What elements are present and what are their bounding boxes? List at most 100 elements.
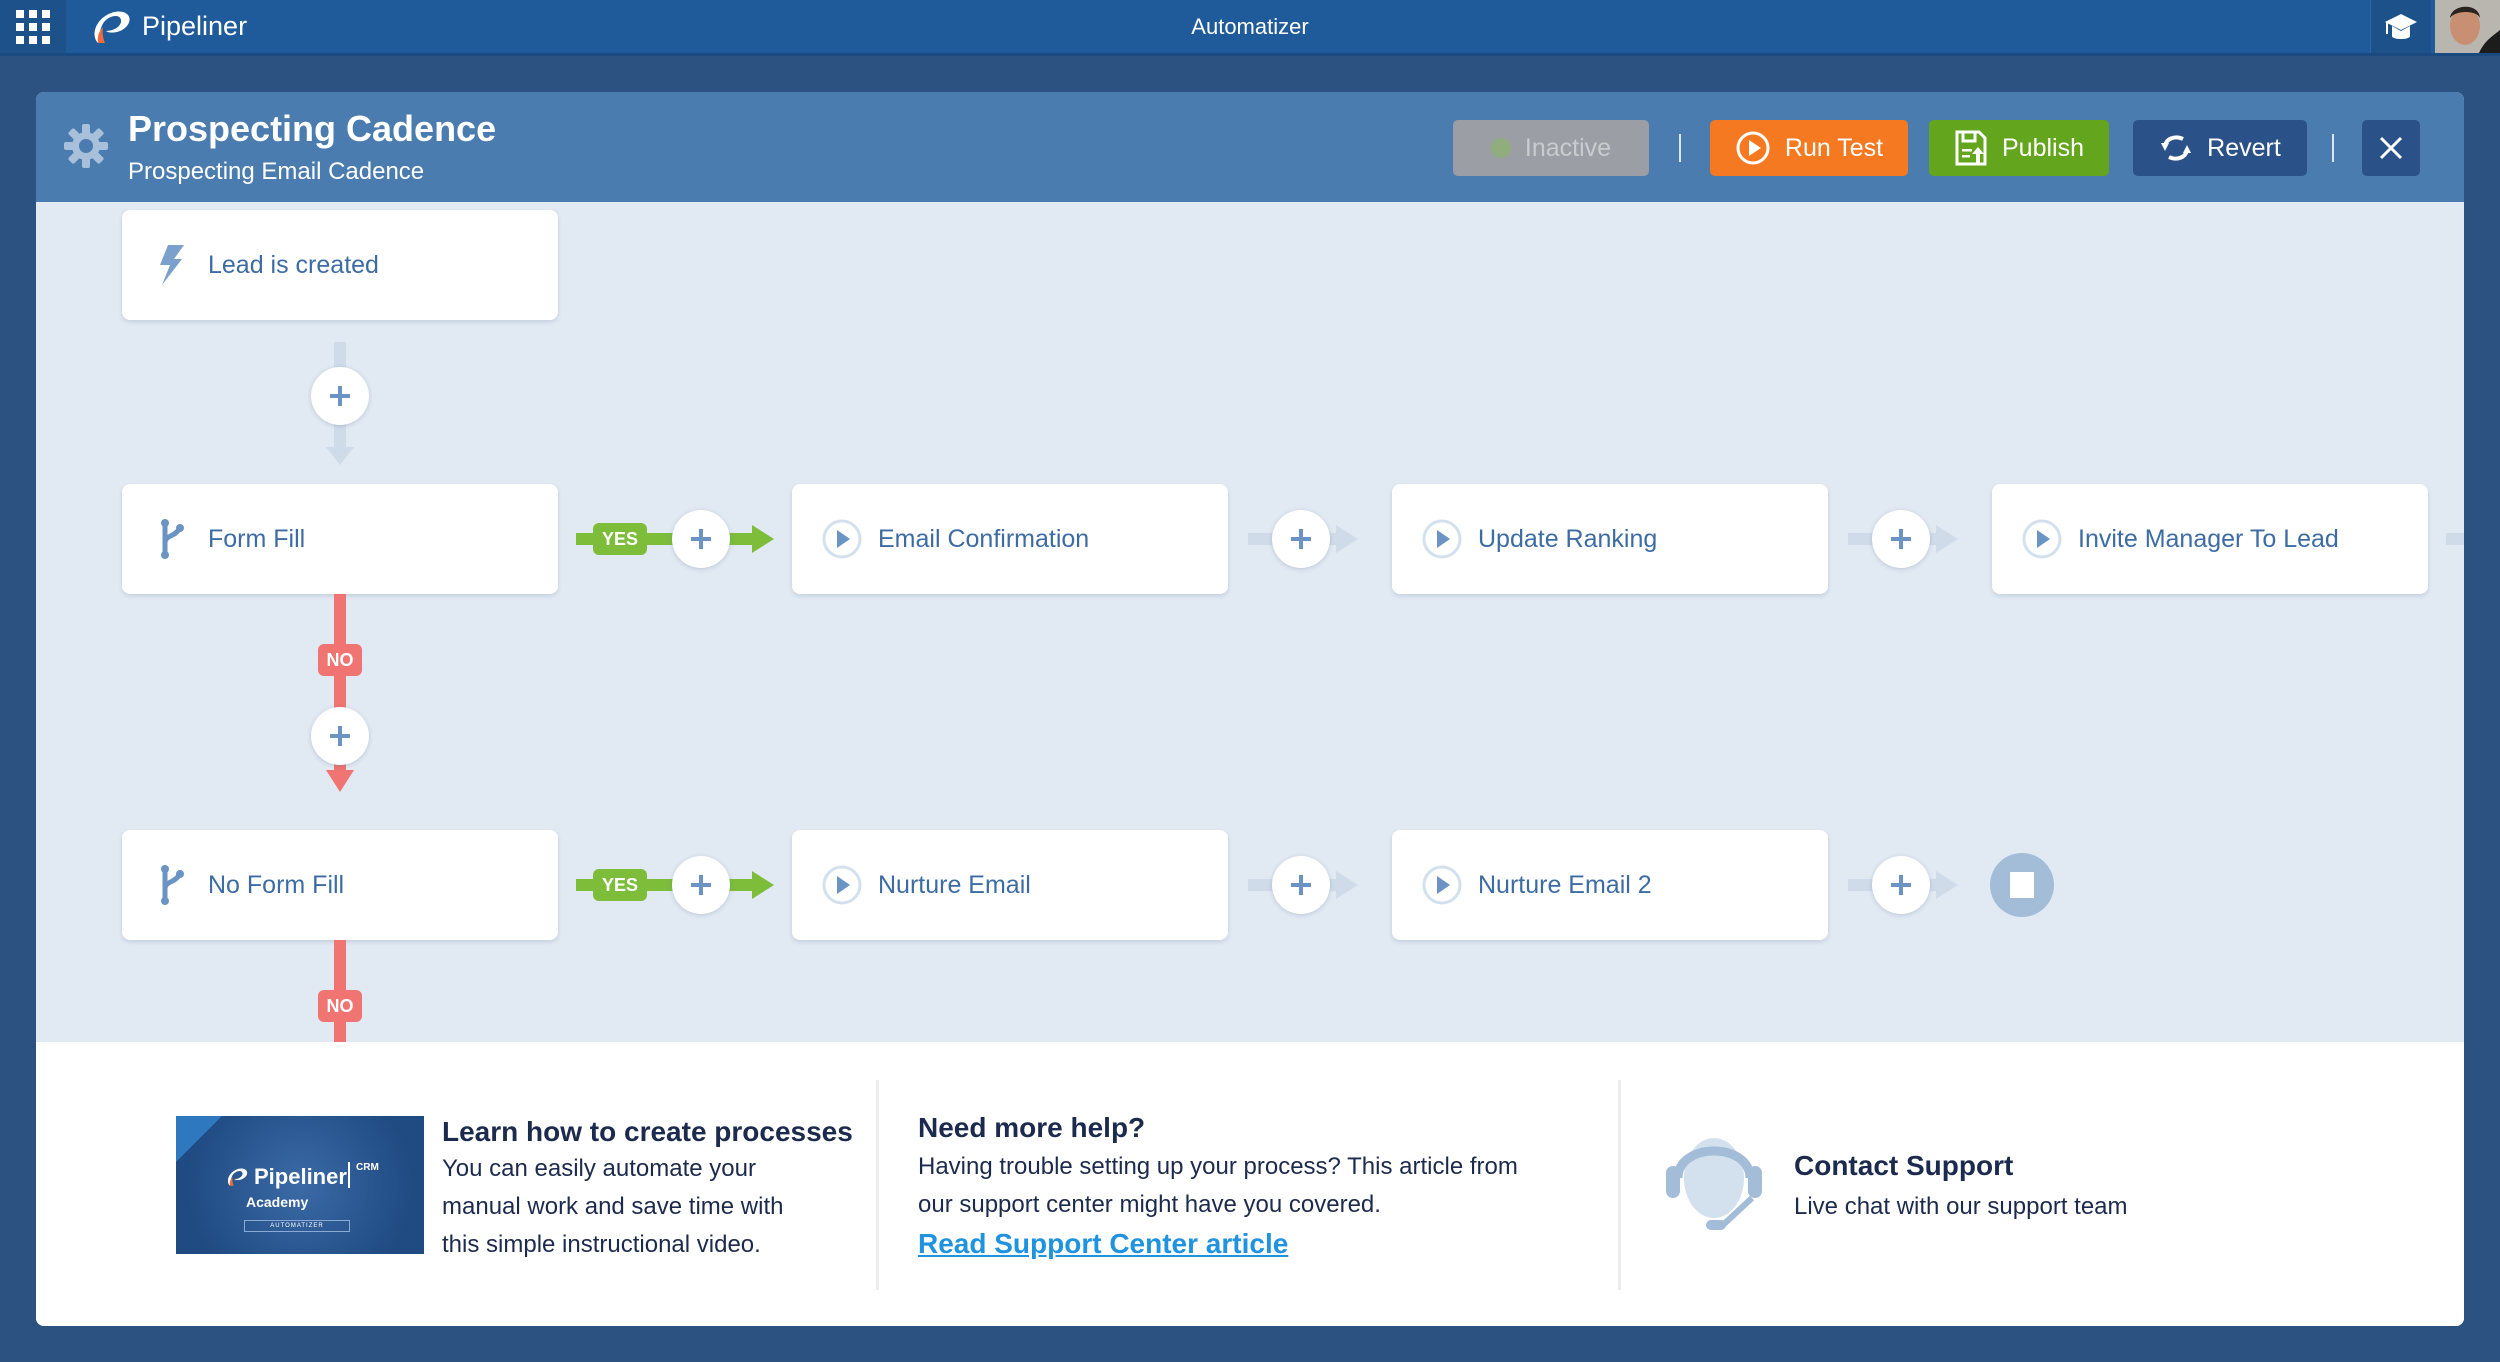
apps-menu-button[interactable] bbox=[0, 0, 66, 53]
action-node-update-ranking[interactable]: Update Ranking bbox=[1392, 484, 1828, 594]
thumbnail-academy: Academy bbox=[246, 1194, 309, 1210]
pipeliner-logo[interactable]: Pipeliner bbox=[88, 0, 247, 53]
divider bbox=[2332, 134, 2334, 162]
thumbnail-brand: Pipeliner bbox=[254, 1164, 347, 1189]
condition-node-form-fill[interactable]: Form Fill bbox=[122, 484, 558, 594]
add-step-button[interactable] bbox=[1872, 856, 1930, 914]
branch-icon bbox=[152, 519, 192, 559]
inactive-label: Inactive bbox=[1524, 133, 1612, 162]
support-article-link[interactable]: Read Support Center article bbox=[918, 1228, 1288, 1260]
add-step-button[interactable] bbox=[1272, 856, 1330, 914]
pipeliner-logo-icon bbox=[227, 1168, 248, 1186]
trigger-label: Lead is created bbox=[208, 250, 379, 279]
divider bbox=[876, 1080, 879, 1290]
no-arrow bbox=[326, 770, 354, 792]
plus-icon bbox=[1891, 529, 1911, 549]
connector-line bbox=[2446, 533, 2464, 545]
video-description-line: this simple instructional video. bbox=[442, 1231, 761, 1258]
settings-gear-icon[interactable] bbox=[62, 122, 110, 170]
contact-support-title[interactable]: Contact Support bbox=[1794, 1150, 2013, 1182]
lightning-icon bbox=[152, 245, 192, 285]
connector-arrow bbox=[1936, 525, 1958, 553]
revert-button[interactable]: Revert bbox=[2133, 120, 2307, 176]
action-node-nurture-email-2[interactable]: Nurture Email 2 bbox=[1392, 830, 1828, 940]
graduation-cap-icon bbox=[2385, 13, 2417, 39]
run-test-button[interactable]: Run Test bbox=[1710, 120, 1908, 176]
plus-icon bbox=[330, 386, 350, 406]
action-label: Invite Manager To Lead bbox=[2078, 524, 2339, 553]
article-description-line: our support center might have you covere… bbox=[918, 1191, 1381, 1218]
article-description: Having trouble setting up your process? … bbox=[918, 1148, 1518, 1224]
condition-label: Form Fill bbox=[208, 524, 306, 553]
plus-icon bbox=[330, 726, 350, 746]
save-upload-icon bbox=[1955, 130, 1987, 166]
connector-arrow bbox=[326, 447, 354, 465]
stop-icon bbox=[2010, 872, 2034, 898]
condition-label: No Form Fill bbox=[208, 870, 345, 899]
action-label: Nurture Email 2 bbox=[1478, 870, 1652, 899]
article-title: Need more help? bbox=[918, 1112, 1146, 1143]
no-badge: NO bbox=[318, 644, 362, 676]
close-button[interactable] bbox=[2362, 120, 2420, 176]
action-label: Update Ranking bbox=[1478, 524, 1658, 553]
plus-icon bbox=[691, 875, 711, 895]
app-bar: Pipeliner Automatizer bbox=[0, 0, 2500, 56]
thumbnail-corner bbox=[176, 1116, 222, 1162]
add-step-button[interactable] bbox=[1272, 510, 1330, 568]
condition-node-no-form-fill[interactable]: No Form Fill bbox=[122, 830, 558, 940]
inactive-toggle-button[interactable]: Inactive bbox=[1453, 120, 1649, 176]
add-step-button[interactable] bbox=[311, 367, 369, 425]
user-avatar[interactable] bbox=[2435, 0, 2500, 53]
academy-button[interactable] bbox=[2370, 0, 2431, 53]
no-badge: NO bbox=[318, 990, 362, 1022]
branch-icon bbox=[152, 865, 192, 905]
action-node-invite-manager[interactable]: Invite Manager To Lead bbox=[1992, 484, 2428, 594]
play-circle-icon bbox=[822, 865, 862, 905]
yes-arrow bbox=[752, 525, 774, 553]
divider bbox=[1618, 1080, 1621, 1290]
yes-badge: YES bbox=[593, 869, 647, 901]
play-circle-icon bbox=[1422, 865, 1462, 905]
action-node-email-confirmation[interactable]: Email Confirmation bbox=[792, 484, 1228, 594]
video-description-line: manual work and save time with bbox=[442, 1193, 784, 1220]
academy-video-thumbnail[interactable]: Pipeliner CRM Academy AUTOMATIZER bbox=[176, 1116, 424, 1254]
yes-arrow bbox=[752, 871, 774, 899]
trigger-node[interactable]: Lead is created bbox=[122, 210, 558, 320]
process-subtitle: Prospecting Email Cadence bbox=[128, 158, 425, 185]
pipeliner-logo-icon bbox=[94, 10, 130, 43]
video-description-line: You can easily automate your bbox=[442, 1155, 756, 1182]
action-label: Email Confirmation bbox=[878, 524, 1090, 553]
add-step-button[interactable] bbox=[672, 510, 730, 568]
article-description-line: Having trouble setting up your process? … bbox=[918, 1153, 1518, 1180]
app-title: Automatizer bbox=[1191, 14, 1309, 39]
panel-header: Prospecting Cadence Prospecting Email Ca… bbox=[36, 92, 2464, 202]
connector-arrow bbox=[1336, 871, 1358, 899]
yes-badge: YES bbox=[593, 523, 647, 555]
publish-label: Publish bbox=[2002, 133, 2084, 162]
play-circle-icon bbox=[2022, 519, 2062, 559]
close-icon bbox=[2379, 136, 2403, 160]
publish-button[interactable]: Publish bbox=[1929, 120, 2109, 176]
play-circle-icon bbox=[822, 519, 862, 559]
plus-icon bbox=[1291, 529, 1311, 549]
headset-icon bbox=[1666, 1138, 1762, 1230]
divider bbox=[1679, 134, 1681, 162]
end-stop-button[interactable] bbox=[1990, 853, 2054, 917]
automation-panel: Prospecting Cadence Prospecting Email Ca… bbox=[36, 92, 2464, 1326]
run-test-label: Run Test bbox=[1784, 133, 1884, 162]
add-step-button[interactable] bbox=[1872, 510, 1930, 568]
thumbnail-crm: CRM bbox=[348, 1162, 379, 1188]
revert-label: Revert bbox=[2207, 133, 2281, 162]
play-circle-icon bbox=[1422, 519, 1462, 559]
video-description: You can easily automate your manual work… bbox=[442, 1150, 783, 1264]
add-step-button[interactable] bbox=[311, 707, 369, 765]
flow-canvas[interactable]: Lead is created Form Fill YES Email Conf… bbox=[36, 202, 2464, 1042]
apps-grid-icon bbox=[16, 9, 50, 44]
add-step-button[interactable] bbox=[672, 856, 730, 914]
plus-icon bbox=[1891, 875, 1911, 895]
action-label: Nurture Email bbox=[878, 870, 1031, 899]
video-title: Learn how to create processes bbox=[442, 1116, 853, 1147]
action-node-nurture-email[interactable]: Nurture Email bbox=[792, 830, 1228, 940]
thumbnail-tag: AUTOMATIZER bbox=[244, 1220, 350, 1232]
status-dot-icon bbox=[1490, 138, 1511, 158]
